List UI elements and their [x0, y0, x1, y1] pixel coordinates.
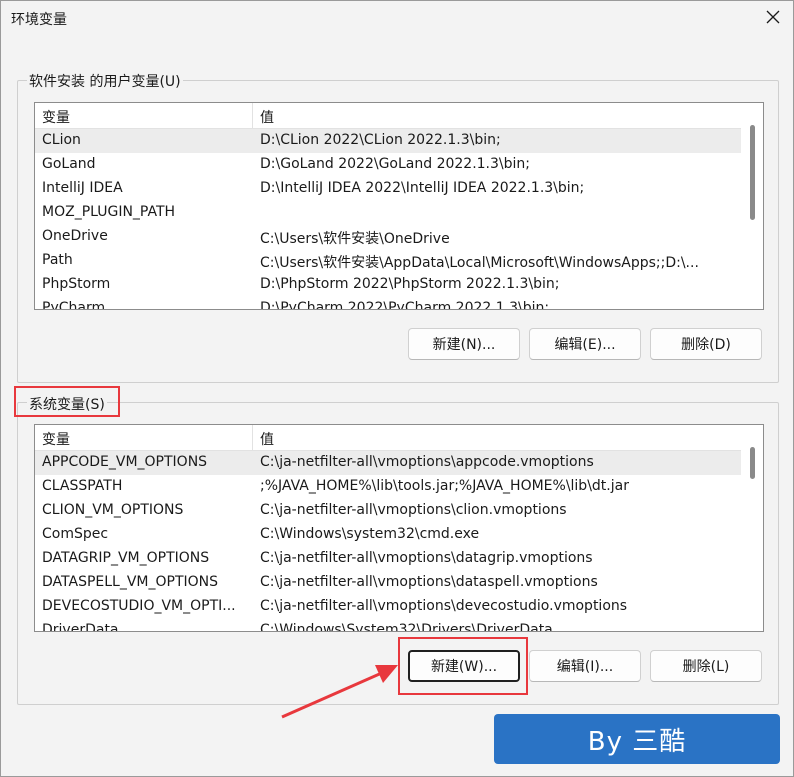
watermark-label: By 三酷 [494, 714, 780, 764]
annotation-arrow [281, 665, 398, 719]
